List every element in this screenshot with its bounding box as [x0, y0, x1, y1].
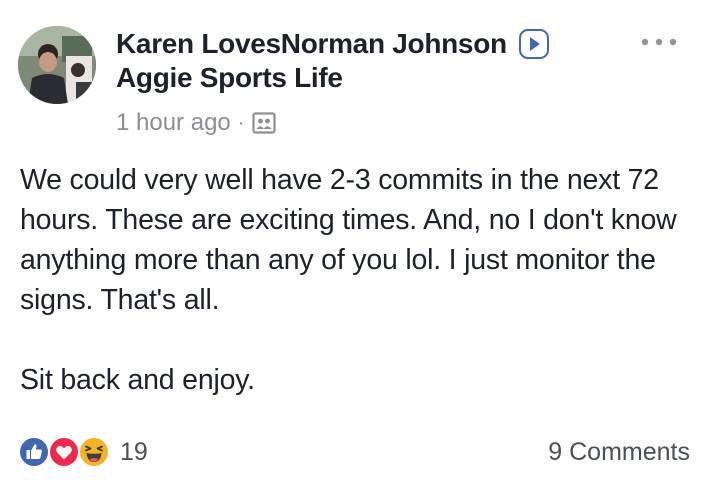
- meta-separator: ·: [237, 111, 245, 134]
- feed-post: Karen LovesNorman Johnson Aggie Sports L…: [0, 0, 715, 495]
- more-options-button[interactable]: [634, 30, 684, 54]
- like-icon: [18, 436, 50, 468]
- reaction-icons: [18, 435, 116, 469]
- post-meta: 1 hour ago ·: [116, 107, 277, 139]
- group-name[interactable]: Aggie Sports Life: [116, 62, 343, 94]
- post-paragraph: We could very well have 2-3 commits in t…: [20, 164, 677, 316]
- haha-icon: [78, 436, 110, 468]
- love-icon: [48, 436, 80, 468]
- comments-count-link[interactable]: 9 Comments: [548, 435, 690, 469]
- author-avatar[interactable]: [18, 26, 96, 104]
- author-line: Karen LovesNorman Johnson: [116, 26, 549, 62]
- author-name[interactable]: Karen LovesNorman Johnson: [116, 28, 507, 60]
- group-members-icon[interactable]: [251, 110, 277, 136]
- more-options-icon: [641, 38, 677, 46]
- post-text: We could very well have 2-3 commits in t…: [20, 160, 690, 400]
- reactions-summary[interactable]: 19: [18, 435, 148, 469]
- play-arrow-icon[interactable]: [518, 29, 549, 59]
- avatar-photo: [18, 26, 96, 104]
- post-timestamp[interactable]: 1 hour ago: [116, 109, 231, 137]
- reaction-count: 19: [120, 437, 148, 466]
- post-paragraph: Sit back and enjoy.: [20, 364, 255, 396]
